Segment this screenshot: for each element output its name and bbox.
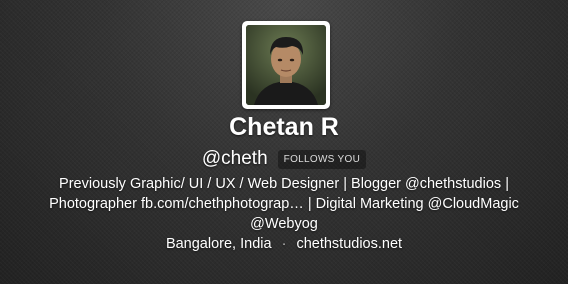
avatar-frame[interactable] — [242, 21, 330, 109]
profile-meta: Bangalore, India · chethstudios.net — [0, 236, 568, 252]
avatar[interactable] — [246, 25, 326, 105]
meta-separator: · — [281, 236, 287, 252]
follows-you-badge: FOLLOWS YOU — [277, 149, 367, 169]
bio-line: Photographer fb.com/chethphotograp… | Di… — [49, 196, 519, 212]
profile-location: Bangalore, India — [165, 236, 272, 252]
user-photo-avatar-icon — [246, 25, 326, 105]
handle-row: @cheth FOLLOWS YOU — [0, 148, 568, 170]
profile-bio: Previously Graphic/ UI / UX / Web Design… — [40, 174, 528, 234]
bio-line: Previously Graphic/ UI / UX / Web Design… — [59, 176, 509, 192]
bio-line: @Webyog — [250, 216, 318, 232]
profile-name[interactable]: Chetan R — [0, 113, 568, 142]
profile-handle[interactable]: @cheth — [202, 148, 268, 170]
profile-website-link[interactable]: chethstudios.net — [296, 236, 402, 252]
profile-header-card: Chetan R @cheth FOLLOWS YOU Previously G… — [0, 0, 568, 284]
